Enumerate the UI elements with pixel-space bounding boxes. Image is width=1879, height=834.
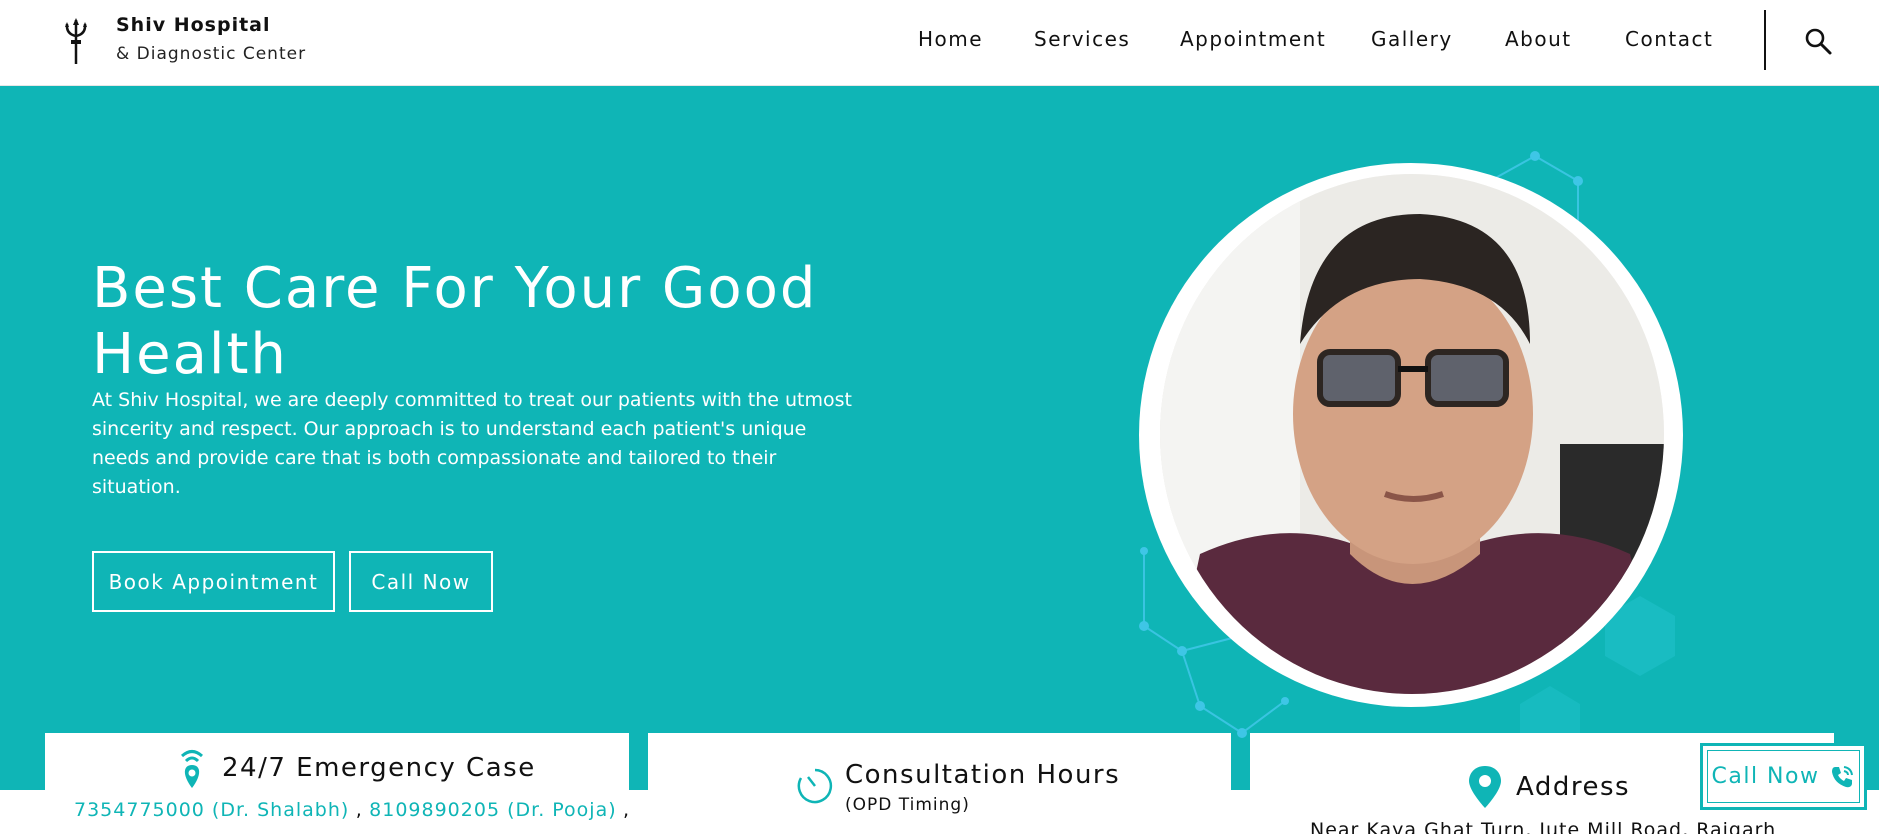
address-line: Near Kaya Ghat Turn, Jute Mill Road, Rai… [1310,819,1777,834]
floating-call-now-button[interactable]: Call Now [1700,743,1867,810]
consultation-subtitle: (OPD Timing) [845,795,970,815]
brand-tagline: & Diagnostic Center [116,44,307,64]
emergency-card: 24/7 Emergency Case 7354775000 (Dr. Shal… [45,733,629,834]
brand-name[interactable]: Shiv Hospital [116,14,271,36]
location-signal-icon [180,750,204,788]
search-icon[interactable] [1803,26,1833,56]
nav-home[interactable]: Home [918,27,983,51]
phone-link-pooja[interactable]: 8109890205 (Dr. Pooja) [369,799,616,821]
site-header: Shiv Hospital & Diagnostic Center Home S… [0,0,1879,86]
nav-about[interactable]: About [1505,27,1572,51]
consultation-card: Consultation Hours (OPD Timing) [648,733,1231,834]
doctor-portrait [1160,174,1664,694]
map-pin-icon [1469,766,1501,808]
hero-description: At Shiv Hospital, we are deeply committe… [92,389,852,498]
consultation-title: Consultation Hours [845,760,1121,790]
phone-link-shalabh[interactable]: 7354775000 (Dr. Shalabh) [74,799,349,821]
hero-title: Best Care For Your Good Health [92,256,818,387]
emergency-title: 24/7 Emergency Case [222,753,536,783]
nav-gallery[interactable]: Gallery [1371,27,1453,51]
call-now-button[interactable]: Call Now [349,551,493,612]
clock-icon [797,768,833,804]
hero-section: Best Care For Your Good Health At Shiv H… [0,86,1879,790]
floating-call-label: Call Now [1711,764,1820,789]
nav-divider [1764,10,1766,70]
phone-separator-trailing: , [623,799,631,821]
trident-icon[interactable] [62,16,90,66]
phone-separator: , [355,799,363,821]
nav-appointment[interactable]: Appointment [1180,27,1326,51]
phone-ringing-icon [1832,765,1854,787]
book-appointment-button[interactable]: Book Appointment [92,551,335,612]
address-title: Address [1516,772,1631,802]
nav-services[interactable]: Services [1034,27,1130,51]
nav-contact[interactable]: Contact [1625,27,1713,51]
emergency-phones: 7354775000 (Dr. Shalabh) , 8109890205 (D… [74,799,630,821]
